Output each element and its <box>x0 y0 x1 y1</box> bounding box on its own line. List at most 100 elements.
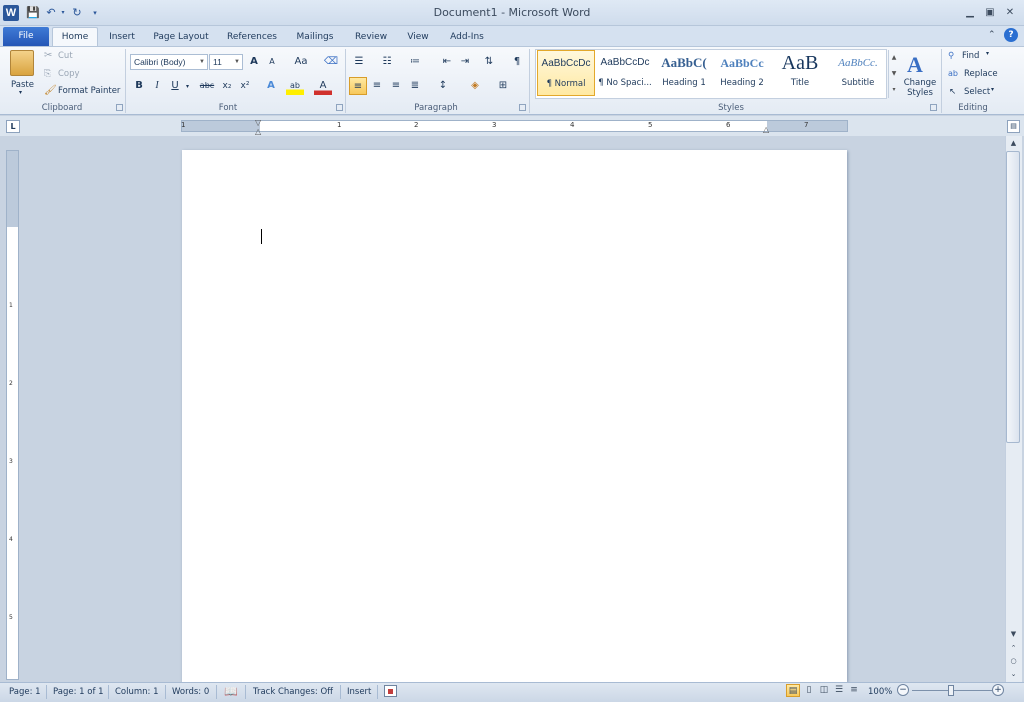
numbering-icon[interactable]: ☷ <box>378 53 396 71</box>
tab-page-layout[interactable]: Page Layout <box>150 28 212 46</box>
proofing-icon[interactable]: 📖 <box>224 686 238 698</box>
select-dropdown-icon[interactable]: ▾ <box>991 86 994 93</box>
multilevel-list-icon[interactable]: ≔ <box>406 53 424 71</box>
bold-button[interactable]: B <box>130 77 148 95</box>
gallery-more-icon[interactable]: ▾ <box>889 82 899 98</box>
scroll-down-icon[interactable]: ▼ <box>1006 628 1021 640</box>
paste-dropdown-icon[interactable]: ▾ <box>19 89 22 96</box>
style-heading-1[interactable]: AaBbC( Heading 1 <box>655 50 713 96</box>
styles-launcher-icon[interactable] <box>930 104 937 111</box>
underline-button[interactable]: U <box>166 77 184 95</box>
minimize-button[interactable]: ▁ <box>962 6 978 20</box>
strikethrough-button[interactable]: abc <box>196 77 218 95</box>
vertical-ruler[interactable] <box>6 150 19 680</box>
font-color-button[interactable]: A <box>314 77 332 95</box>
right-indent-marker[interactable]: △ <box>763 125 769 134</box>
paragraph-launcher-icon[interactable] <box>519 104 526 111</box>
gallery-up-icon[interactable]: ▲ <box>889 50 899 66</box>
macro-record-icon[interactable] <box>384 685 397 697</box>
underline-dropdown-icon[interactable]: ▾ <box>186 83 189 90</box>
web-layout-view-icon[interactable]: ◫ <box>817 684 831 697</box>
find-button[interactable]: Find <box>962 50 979 62</box>
previous-page-icon[interactable]: ⌃ <box>1006 642 1021 654</box>
font-size-combo[interactable]: 11 ▼ <box>209 54 243 70</box>
superscript-button[interactable]: x² <box>236 77 254 95</box>
bullets-icon[interactable]: ☰ <box>350 53 368 71</box>
status-word-count[interactable]: Words: 0 <box>172 686 209 698</box>
grow-font-button[interactable]: A <box>245 53 263 71</box>
horizontal-ruler[interactable] <box>181 120 848 132</box>
zoom-slider-thumb[interactable] <box>948 685 954 696</box>
shrink-font-button[interactable]: A <box>263 53 281 71</box>
change-case-button[interactable]: Aa <box>290 53 312 71</box>
outline-view-icon[interactable]: ☰ <box>832 684 846 697</box>
decrease-indent-icon[interactable]: ⇤ <box>438 53 456 71</box>
status-page[interactable]: Page: 1 <box>9 686 41 698</box>
next-page-icon[interactable]: ⌄ <box>1006 668 1021 680</box>
italic-button[interactable]: I <box>148 77 166 95</box>
first-line-indent-marker[interactable]: ▽ <box>255 118 261 127</box>
cut-button[interactable]: Cut <box>58 50 73 62</box>
shading-icon[interactable]: ◈ <box>466 77 484 95</box>
scroll-thumb[interactable] <box>1006 151 1020 443</box>
style-normal[interactable]: AaBbCcDc ¶ Normal <box>537 50 595 96</box>
paste-button[interactable]: Paste <box>11 79 34 91</box>
borders-icon[interactable]: ⊞ <box>494 77 512 95</box>
restore-button[interactable]: ▣ <box>982 6 998 20</box>
help-icon[interactable]: ? <box>1004 28 1018 42</box>
gallery-scroll[interactable]: ▲ ▼ ▾ <box>888 50 899 98</box>
document-page[interactable] <box>182 150 847 682</box>
status-track-changes[interactable]: Track Changes: Off <box>253 686 333 698</box>
view-ruler-icon[interactable]: ▤ <box>1007 120 1020 133</box>
font-launcher-icon[interactable] <box>336 104 343 111</box>
tab-selector-button[interactable]: L <box>6 120 20 133</box>
full-screen-reading-view-icon[interactable]: ▯ <box>802 684 816 697</box>
tab-references[interactable]: References <box>224 28 280 46</box>
clipboard-launcher-icon[interactable] <box>116 104 123 111</box>
highlight-button[interactable]: ab <box>286 77 304 95</box>
select-button[interactable]: Select <box>964 86 990 98</box>
gallery-down-icon[interactable]: ▼ <box>889 66 899 82</box>
tab-mailings[interactable]: Mailings <box>292 28 338 46</box>
status-page-count[interactable]: Page: 1 of 1 <box>53 686 104 698</box>
tab-insert[interactable]: Insert <box>103 28 141 46</box>
show-marks-button[interactable]: ¶ <box>508 53 526 71</box>
change-styles-button[interactable]: Change Styles <box>902 78 938 98</box>
scroll-up-icon[interactable]: ▲ <box>1006 137 1021 149</box>
print-layout-view-icon[interactable]: ▤ <box>786 684 800 697</box>
style-title[interactable]: AaB Title <box>771 50 829 96</box>
tab-add-ins[interactable]: Add-Ins <box>444 28 490 46</box>
style-heading-2[interactable]: AaBbCc Heading 2 <box>713 50 771 96</box>
replace-button[interactable]: Replace <box>964 68 998 80</box>
minimize-ribbon-icon[interactable]: ⌃ <box>988 30 996 40</box>
zoom-out-button[interactable]: − <box>897 684 909 696</box>
style-subtitle[interactable]: AaBbCc. Subtitle <box>829 50 887 96</box>
justify-icon[interactable]: ≣ <box>406 77 424 95</box>
browse-object-icon[interactable]: ○ <box>1006 655 1021 667</box>
tab-view[interactable]: View <box>402 28 434 46</box>
zoom-level[interactable]: 100% <box>868 686 892 698</box>
text-effects-button[interactable]: A <box>262 77 280 95</box>
font-name-combo[interactable]: Calibri (Body) ▼ <box>130 54 208 70</box>
align-left-icon[interactable]: ≡ <box>349 77 367 95</box>
copy-button[interactable]: Copy <box>58 68 80 80</box>
sort-icon[interactable]: ⇅ <box>480 53 498 71</box>
line-spacing-icon[interactable]: ↕ <box>434 77 452 95</box>
subscript-button[interactable]: x₂ <box>218 77 236 95</box>
tab-review[interactable]: Review <box>350 28 392 46</box>
status-insert-mode[interactable]: Insert <box>347 686 371 698</box>
align-center-icon[interactable]: ≡ <box>368 77 386 95</box>
format-painter-button[interactable]: Format Painter <box>58 85 120 97</box>
align-right-icon[interactable]: ≡ <box>387 77 405 95</box>
clear-formatting-icon[interactable]: ⌫ <box>322 53 340 71</box>
find-dropdown-icon[interactable]: ▾ <box>986 50 989 57</box>
style-no-spacing[interactable]: AaBbCcDc ¶ No Spaci... <box>596 50 654 96</box>
paste-icon[interactable] <box>10 50 34 76</box>
zoom-in-button[interactable]: + <box>992 684 1004 696</box>
tab-home[interactable]: Home <box>52 28 98 46</box>
draft-view-icon[interactable]: ≡ <box>847 684 861 697</box>
tab-file[interactable]: File <box>3 27 49 46</box>
status-column[interactable]: Column: 1 <box>115 686 159 698</box>
increase-indent-icon[interactable]: ⇥ <box>456 53 474 71</box>
close-button[interactable]: ✕ <box>1002 6 1018 20</box>
